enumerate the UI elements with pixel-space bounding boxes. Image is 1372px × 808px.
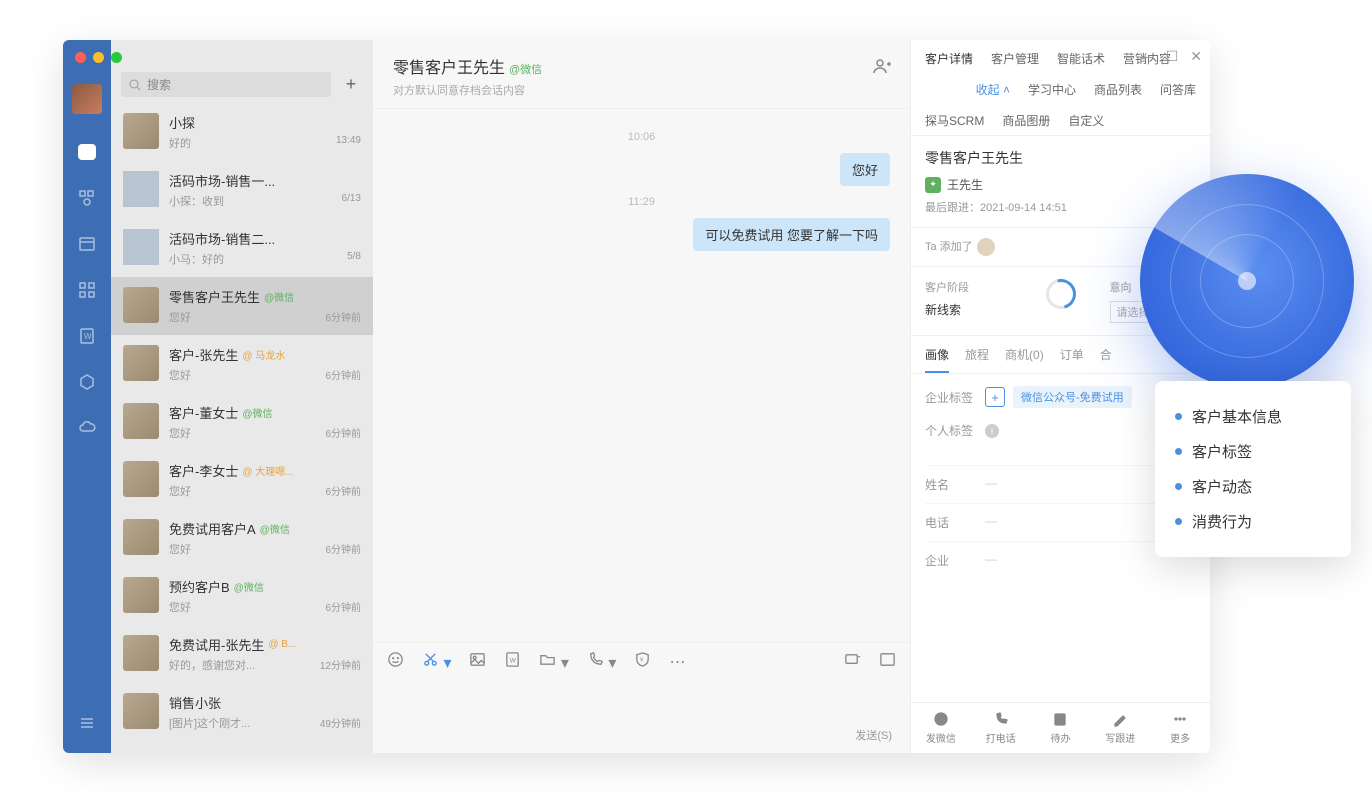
svg-text:W: W [510,657,517,664]
popup-item[interactable]: 客户动态 [1175,469,1331,504]
message-bubble: 您好 [840,153,890,186]
search-placeholder: 搜索 [147,76,171,93]
conversation-item[interactable]: 客户-李女士@ 大理嗯...您好6分钟前 [111,451,373,509]
popup-menu: 客户基本信息客户标签客户动态消费行为 [1155,381,1351,557]
docs-icon[interactable]: W [77,326,97,346]
window-buttons [75,52,122,63]
menu-icon[interactable] [77,713,97,733]
popup-item[interactable]: 消费行为 [1175,504,1331,539]
radar-decoration [1140,174,1354,388]
file-icon[interactable]: W [504,651,521,673]
chat-title: 零售客户王先生 [393,60,505,77]
svg-text:W: W [84,332,92,341]
conversation-item[interactable]: 活码市场-销售二...小马：好的5/8 [111,219,373,277]
info-icon[interactable]: i [985,424,999,438]
detail-tab[interactable]: 学习中心 [1028,81,1076,98]
calendar-icon[interactable] [77,234,97,254]
action-待办[interactable]: 待办 [1031,711,1091,745]
detail-subtab[interactable]: 商机(0) [1005,346,1044,373]
popup-item[interactable]: 客户标签 [1175,434,1331,469]
editor-toolbar: ▾ W ▾ ▾ ¥ ⋯ [373,642,910,681]
scissors-icon[interactable]: ▾ [422,651,451,673]
conversation-item[interactable]: 客户-张先生@ 马龙水您好6分钟前 [111,335,373,393]
detail-tab[interactable]: 问答库 [1160,81,1196,98]
detail-tab[interactable]: 智能话术 [1057,50,1105,67]
message-list: 10:06 您好 11:29 可以免费试用 您要了解一下吗 [373,109,910,642]
action-发微信[interactable]: 发微信 [911,711,971,745]
detail-tab[interactable]: 商品图册 [1002,112,1050,129]
sidebar: W [63,40,111,753]
phone-icon[interactable]: ▾ [587,651,616,673]
added-by-avatar [977,238,995,256]
personal-tags-label: 个人标签 [925,422,977,439]
screen-icon[interactable] [844,651,861,673]
add-person-icon[interactable] [872,56,892,76]
wechat-icon: ✦ [925,177,941,193]
popup-item[interactable]: 客户基本信息 [1175,399,1331,434]
timestamp: 10:06 [393,131,890,143]
more-icon[interactable]: ⋯ [669,652,685,672]
detail-tab[interactable]: 客户详情 [925,50,973,67]
chat-subtitle: 对方默认同意存档会话内容 [393,82,890,98]
maximize-icon: ☐ [1166,48,1179,65]
apps-icon[interactable] [77,280,97,300]
list-icon[interactable] [879,651,896,673]
detail-tab[interactable]: 探马SCRM [925,112,984,129]
add-button[interactable]: + [339,73,363,97]
folder-icon[interactable]: ▾ [539,651,568,673]
conversation-item[interactable]: 免费试用客户A@微信您好6分钟前 [111,509,373,567]
chat-header: 零售客户王先生 @微信 对方默认同意存档会话内容 [373,40,910,109]
detail-actions: 发微信打电话待办写跟进更多 [911,702,1210,753]
conversation-list: 搜索 + 小探好的13:49活码市场-销售一...小探：收到6/13活码市场-销… [111,40,373,753]
chat-title-tag: @微信 [509,64,542,76]
detail-subtab[interactable]: 旅程 [965,346,989,373]
timestamp: 11:29 [393,196,890,208]
conversation-item[interactable]: 免费试用-张先生@ B...好的，感谢您对...12分钟前 [111,625,373,683]
detail-tab[interactable]: 商品列表 [1094,81,1142,98]
emoji-icon[interactable] [387,651,404,673]
contacts-icon[interactable] [77,188,97,208]
shield-icon[interactable]: ¥ [634,651,651,673]
chat-area: 零售客户王先生 @微信 对方默认同意存档会话内容 10:06 您好 11:29 可… [373,40,910,753]
window-controls[interactable]: — ☐ ✕ [1140,48,1202,65]
chat-icon[interactable] [77,142,97,162]
conversation-item[interactable]: 销售小张[图片]这个刚才...49分钟前 [111,683,373,741]
cloud-icon[interactable] [77,418,97,438]
message-bubble: 可以免费试用 您要了解一下吗 [693,218,890,251]
detail-subtab[interactable]: 订单 [1060,346,1084,373]
close-icon: ✕ [1190,48,1202,65]
minimize-icon: — [1140,48,1154,65]
conversation-item[interactable]: 小探好的13:49 [111,103,373,161]
collapse-button[interactable]: 收起 ˄ [976,81,1010,98]
stage-value[interactable]: 新线索 [925,301,1012,318]
last-follow: 最后跟进：2021-09-14 14:51 [925,199,1196,215]
tag-chip[interactable]: 微信公众号-免费试用 [1013,386,1132,408]
search-input[interactable]: 搜索 [121,72,331,97]
action-更多[interactable]: 更多 [1150,711,1210,745]
company-tags-label: 企业标签 [925,389,977,406]
detail-subtab[interactable]: 画像 [925,346,949,373]
detail-tab[interactable]: 客户管理 [991,50,1039,67]
my-avatar[interactable] [72,84,102,114]
detail-subtab[interactable]: 合 [1100,346,1112,373]
action-写跟进[interactable]: 写跟进 [1090,711,1150,745]
client-name: 零售客户王先生 [925,148,1196,168]
detail-tab[interactable]: 自定义 [1068,112,1104,129]
added-by-label: Ta 添加了 [925,241,973,253]
wx-name: 王先生 [947,176,983,193]
hexagon-icon[interactable] [77,372,97,392]
image-icon[interactable] [469,651,486,673]
conversation-item[interactable]: 零售客户王先生@微信您好6分钟前 [111,277,373,335]
conversation-item[interactable]: 预约客户B@微信您好6分钟前 [111,567,373,625]
send-button[interactable]: 发送(S) [855,727,892,743]
conversation-item[interactable]: 活码市场-销售一...小探：收到6/13 [111,161,373,219]
add-tag-button[interactable]: + [985,387,1005,407]
message-input[interactable]: 发送(S) [373,681,910,753]
svg-text:¥: ¥ [641,657,645,663]
conversation-item[interactable]: 客户-董女士@微信您好6分钟前 [111,393,373,451]
stage-ring-icon [1040,274,1081,315]
action-打电话[interactable]: 打电话 [971,711,1031,745]
stage-label: 客户阶段 [925,279,1012,295]
